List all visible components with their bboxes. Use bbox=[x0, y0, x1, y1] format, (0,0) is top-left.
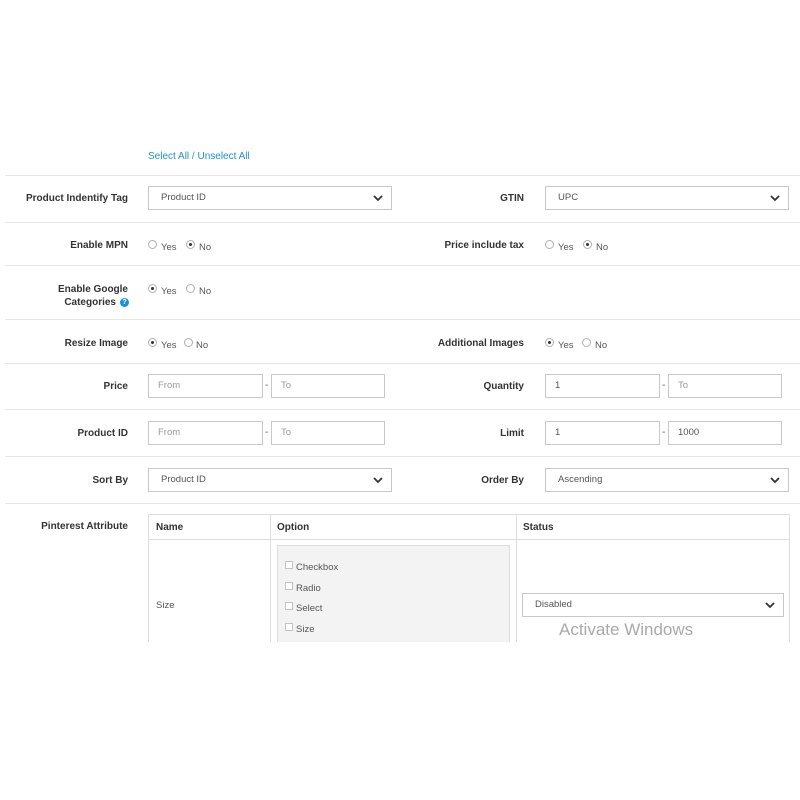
divider bbox=[5, 456, 800, 457]
column-divider bbox=[516, 515, 517, 645]
google-categories-label-line2: Categories bbox=[64, 297, 116, 308]
identify-tag-label: Product Indentify Tag bbox=[25, 193, 128, 204]
price-to-input[interactable]: To bbox=[271, 374, 385, 398]
additional-images-yes-label: Yes bbox=[558, 340, 574, 351]
additional-images-label: Additional Images bbox=[437, 338, 524, 349]
gtin-select[interactable]: UPC bbox=[545, 186, 789, 210]
resize-image-yes-label: Yes bbox=[161, 340, 177, 351]
product-id-label: Product ID bbox=[77, 428, 128, 439]
attribute-name: Size bbox=[156, 600, 175, 611]
option-checkbox[interactable] bbox=[285, 582, 293, 590]
resize-image-no-radio[interactable] bbox=[184, 338, 193, 347]
divider bbox=[5, 363, 800, 364]
additional-images-no-radio[interactable] bbox=[582, 338, 591, 347]
sort-by-label: Sort By bbox=[92, 475, 128, 486]
price-tax-label: Price include tax bbox=[444, 240, 524, 251]
status-value: Disabled bbox=[535, 599, 572, 610]
column-divider bbox=[270, 515, 271, 645]
range-separator: - bbox=[662, 427, 666, 438]
divider bbox=[5, 265, 800, 266]
limit-label: Limit bbox=[500, 428, 524, 439]
enable-mpn-yes-radio[interactable] bbox=[148, 240, 157, 249]
chevron-down-icon bbox=[770, 477, 780, 484]
column-header-status: Status bbox=[523, 522, 554, 533]
additional-images-no-label: No bbox=[595, 340, 608, 351]
limit-to-input[interactable]: 1000 bbox=[668, 421, 782, 445]
option-checkbox[interactable] bbox=[285, 623, 293, 631]
enable-mpn-no-label: No bbox=[199, 242, 212, 253]
option-list: Checkbox Radio Select Size bbox=[277, 545, 510, 645]
enable-mpn-yes-label: Yes bbox=[161, 242, 177, 253]
option-label: Select bbox=[296, 603, 323, 614]
option-label: Size bbox=[296, 624, 315, 635]
option-label: Checkbox bbox=[296, 562, 339, 573]
chevron-down-icon bbox=[765, 602, 775, 609]
resize-image-no-label: No bbox=[196, 340, 209, 351]
order-by-select[interactable]: Ascending bbox=[545, 468, 789, 492]
quantity-to-input[interactable]: To bbox=[668, 374, 782, 398]
range-separator: - bbox=[265, 427, 269, 438]
column-header-option: Option bbox=[277, 522, 310, 533]
status-select[interactable]: Disabled bbox=[522, 593, 784, 617]
sort-by-select[interactable]: Product ID bbox=[148, 468, 392, 492]
chevron-down-icon bbox=[770, 195, 780, 202]
google-categories-yes-radio[interactable] bbox=[148, 284, 157, 293]
enable-mpn-label: Enable MPN bbox=[70, 240, 128, 251]
resize-image-label: Resize Image bbox=[64, 338, 128, 349]
order-by-value: Ascending bbox=[558, 474, 603, 485]
google-categories-no-label: No bbox=[199, 286, 212, 297]
product-id-to-input[interactable]: To bbox=[271, 421, 385, 445]
divider bbox=[5, 319, 800, 320]
divider bbox=[5, 503, 800, 504]
price-tax-no-radio[interactable] bbox=[583, 240, 592, 249]
sort-by-value: Product ID bbox=[161, 474, 206, 485]
google-categories-no-radio[interactable] bbox=[186, 284, 195, 293]
pinterest-attribute-label: Pinterest Attribute bbox=[41, 521, 128, 532]
google-categories-label: Enable Google Categories bbox=[58, 283, 128, 309]
identify-tag-value: Product ID bbox=[161, 192, 206, 203]
chevron-down-icon bbox=[373, 195, 383, 202]
resize-image-yes-radio[interactable] bbox=[148, 338, 157, 347]
option-label: Radio bbox=[296, 583, 321, 594]
divider bbox=[5, 175, 800, 176]
question-icon[interactable]: ? bbox=[120, 298, 129, 307]
gtin-label: GTIN bbox=[500, 193, 524, 204]
price-from-input[interactable]: From bbox=[148, 374, 263, 398]
quantity-label: Quantity bbox=[483, 381, 524, 392]
range-separator: - bbox=[265, 380, 269, 391]
option-checkbox[interactable] bbox=[285, 602, 293, 610]
column-header-name: Name bbox=[156, 522, 184, 533]
price-tax-no-label: No bbox=[596, 242, 609, 253]
product-id-from-input[interactable]: From bbox=[148, 421, 263, 445]
price-tax-yes-label: Yes bbox=[558, 242, 574, 253]
order-by-label: Order By bbox=[481, 475, 524, 486]
identify-tag-select[interactable]: Product ID bbox=[148, 186, 392, 210]
blank-area bbox=[0, 642, 800, 800]
google-categories-label-line1: Enable Google bbox=[57, 284, 128, 295]
price-tax-yes-radio[interactable] bbox=[545, 240, 554, 249]
header-divider bbox=[149, 539, 789, 540]
additional-images-yes-radio[interactable] bbox=[545, 338, 554, 347]
chevron-down-icon bbox=[373, 477, 383, 484]
select-all-link[interactable]: Select All / Unselect All bbox=[148, 151, 250, 162]
gtin-value: UPC bbox=[558, 192, 579, 203]
quantity-from-input[interactable]: 1 bbox=[545, 374, 660, 398]
divider bbox=[5, 222, 800, 223]
google-categories-yes-label: Yes bbox=[161, 286, 177, 297]
price-label: Price bbox=[103, 381, 128, 392]
option-checkbox[interactable] bbox=[285, 561, 293, 569]
enable-mpn-no-radio[interactable] bbox=[186, 240, 195, 249]
range-separator: - bbox=[662, 380, 666, 391]
limit-from-input[interactable]: 1 bbox=[545, 421, 660, 445]
divider bbox=[5, 409, 800, 410]
activate-windows-watermark: Activate Windows bbox=[559, 620, 694, 639]
pinterest-attribute-table: Name Option Status Size Checkbox Radio S… bbox=[148, 514, 790, 646]
